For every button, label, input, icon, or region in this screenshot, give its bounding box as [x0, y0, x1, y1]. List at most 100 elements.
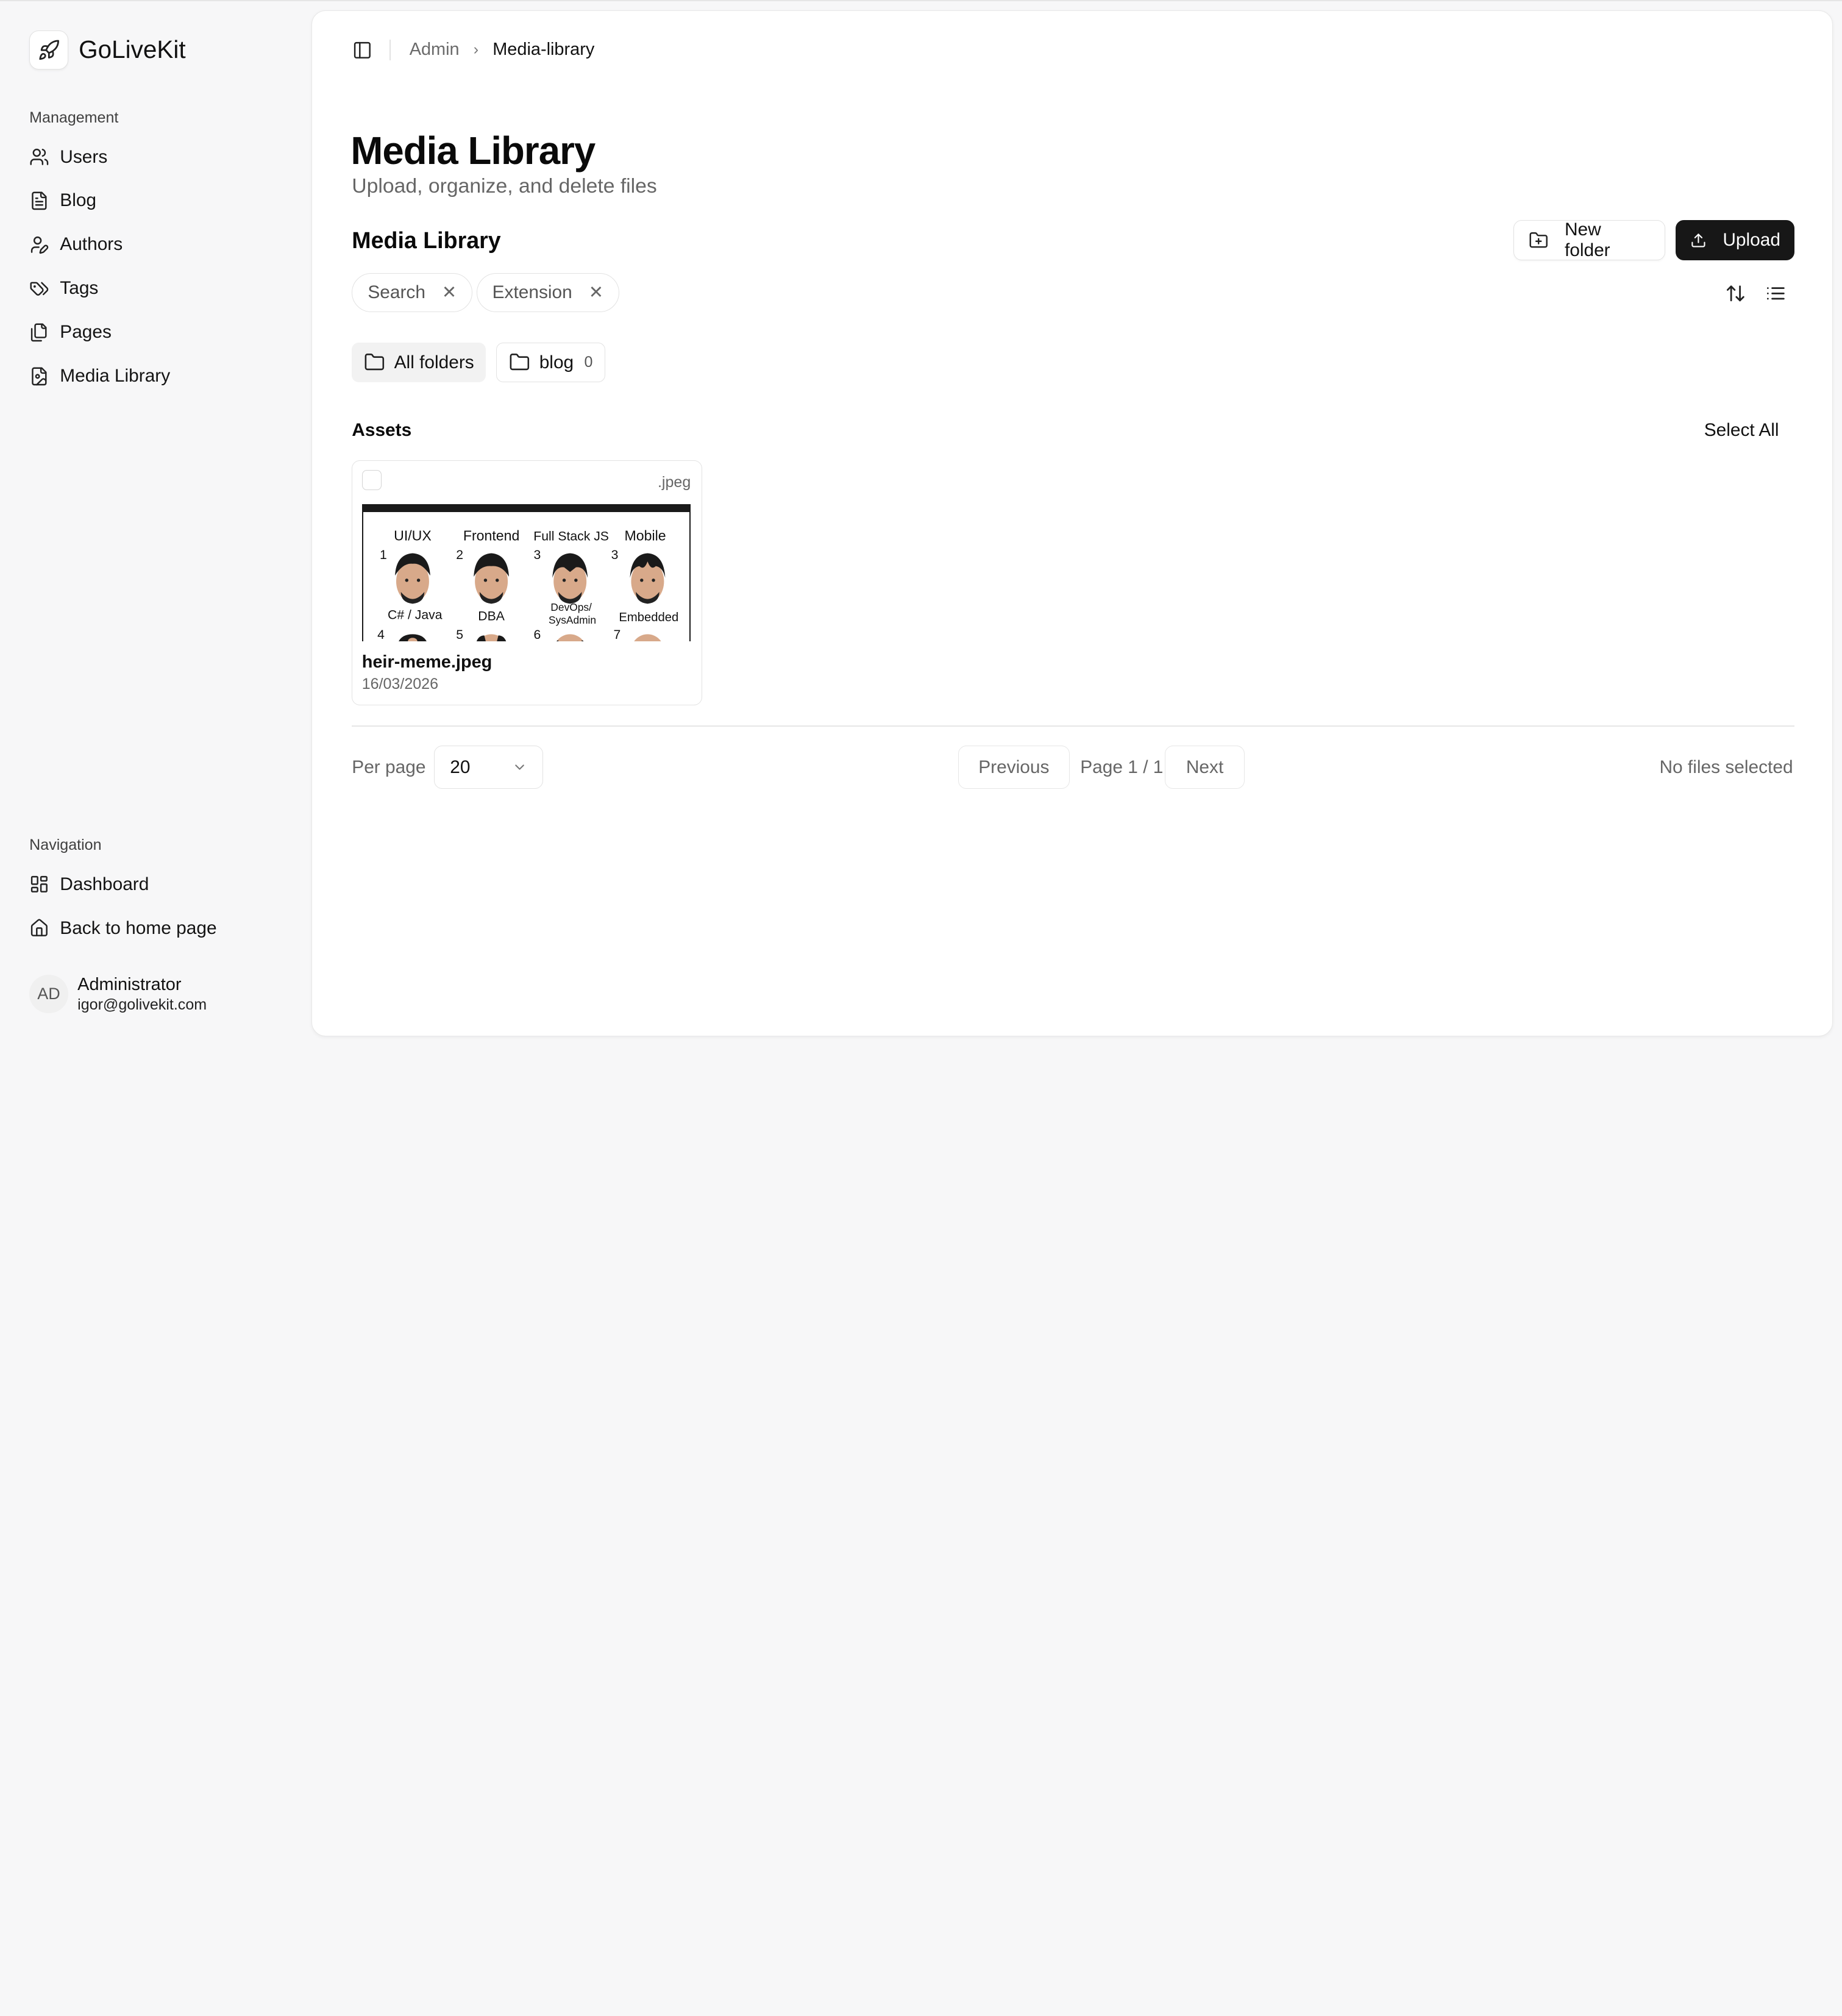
list-view-icon[interactable]	[1765, 283, 1787, 304]
users-icon	[30, 149, 49, 166]
assets-heading: Assets	[352, 420, 412, 441]
sidebar-item-users[interactable]: Users	[29, 135, 288, 179]
select-all-button[interactable]: Select All	[1704, 420, 1779, 441]
management-nav: Users Blog Authors Tags Pages Media Libr…	[29, 135, 288, 398]
sidebar-item-label: Pages	[60, 322, 112, 343]
sidebar-item-authors[interactable]: Authors	[29, 223, 288, 266]
files-icon	[31, 323, 47, 342]
folder-label: All folders	[394, 352, 474, 372]
meme-number: 6	[533, 628, 541, 641]
new-folder-label: New folder	[1564, 219, 1610, 261]
app-root: GoLiveKit Management Users Blog Authors …	[0, 0, 1842, 1046]
meme-label: DBA	[478, 609, 505, 623]
meme-number: 3	[611, 548, 618, 562]
meme-number: 4	[377, 628, 385, 641]
sidebar-item-label: Users	[60, 146, 108, 167]
sidebar-item-pages[interactable]: Pages	[29, 310, 288, 354]
upload-icon	[1691, 233, 1705, 248]
user-profile[interactable]: AD Administrator igor@golivekit.com	[29, 974, 207, 1014]
asset-thumbnail: UI/UX Frontend Full Stack JS Mobile 1 2 …	[361, 504, 691, 642]
meme-heads-row1	[394, 553, 666, 604]
chevron-down-icon	[515, 764, 525, 770]
folder-icon	[510, 354, 529, 371]
per-page-label: Per page	[352, 757, 426, 778]
per-page-select[interactable]: 20	[434, 745, 544, 789]
asset-name: heir-meme.jpeg	[361, 652, 493, 672]
close-icon[interactable]: ✕	[442, 282, 457, 303]
folder-blog[interactable]: blog 0	[496, 342, 605, 383]
sidebar-item-label: Media Library	[60, 366, 171, 386]
sidebar-item-label: Back to home page	[60, 917, 217, 938]
folder-icon	[364, 354, 384, 371]
meme-label: Embedded	[619, 611, 678, 624]
previous-page-button[interactable]: Previous	[958, 745, 1070, 789]
folder-plus-icon	[1529, 232, 1548, 248]
page-indicator: Page 1 / 1	[1080, 757, 1164, 778]
asset-card[interactable]: .jpeg UI/UX Frontend Full Stack JS Mobil…	[352, 460, 702, 706]
close-icon[interactable]: ✕	[589, 282, 603, 303]
app-logo[interactable]: GoLiveKit	[29, 30, 186, 69]
meme-number: 2	[456, 548, 463, 562]
sidebar-item-blog[interactable]: Blog	[29, 179, 288, 223]
user-email: igor@golivekit.com	[77, 996, 207, 1013]
layout-dashboard-icon	[31, 876, 48, 893]
sidebar-item-dashboard[interactable]: Dashboard	[29, 863, 288, 906]
navigation-nav: Dashboard Back to home page	[29, 863, 288, 950]
meme-number: 7	[613, 628, 621, 641]
sidebar-item-tags[interactable]: Tags	[29, 266, 288, 310]
folder-all[interactable]: All folders	[352, 342, 486, 383]
app-name: GoLiveKit	[79, 35, 186, 64]
sidebar-item-home[interactable]: Back to home page	[29, 906, 288, 950]
filter-chip-extension[interactable]: Extension ✕	[476, 273, 620, 312]
user-pen-icon	[31, 236, 49, 254]
meme-label: Full Stack JS	[533, 529, 609, 543]
upload-label: Upload	[1723, 230, 1780, 251]
filter-chip-label: Search	[368, 282, 425, 302]
meme-number: 3	[533, 548, 541, 562]
sidebar-item-media-library[interactable]: Media Library	[29, 354, 288, 398]
filter-chip-label: Extension	[492, 282, 572, 302]
house-icon	[31, 919, 48, 937]
tags-icon	[30, 282, 49, 296]
per-page-value: 20	[450, 757, 471, 777]
new-folder-button[interactable]: New folder	[1513, 219, 1666, 261]
meme-label: SysAdmin	[549, 614, 596, 626]
meme-label: DevOps/	[550, 601, 592, 613]
folder-label: blog	[539, 352, 574, 372]
chevron-right-icon: ›	[473, 41, 479, 59]
meme-number: 5	[456, 628, 463, 641]
upload-button[interactable]: Upload	[1676, 220, 1795, 260]
breadcrumb: Admin › Media-library	[352, 38, 594, 62]
asset-date: 16/03/2026	[361, 675, 439, 693]
sidebar-toggle-button[interactable]	[352, 40, 373, 61]
page-subtitle: Upload, organize, and delete files	[352, 174, 657, 198]
asset-checkbox[interactable]	[361, 470, 382, 490]
navigation-group-label: Navigation	[29, 836, 102, 854]
management-group-label: Management	[29, 109, 119, 127]
meme-label: UI/UX	[394, 527, 432, 543]
section-title: Media Library	[352, 227, 501, 253]
main-panel: Admin › Media-library Media Library Uplo…	[311, 10, 1833, 1036]
sidebar: GoLiveKit Management Users Blog Authors …	[0, 0, 308, 1045]
sidebar-item-label: Authors	[60, 234, 123, 255]
panel-left-icon	[354, 41, 371, 59]
sidebar-item-label: Blog	[60, 190, 97, 211]
meme-label: Mobile	[624, 527, 666, 543]
pagination-divider	[352, 725, 1795, 727]
breadcrumb-current: Media-library	[493, 40, 595, 60]
meme-number: 1	[380, 548, 387, 562]
folder-count-badge: 0	[584, 354, 593, 371]
sort-icon[interactable]	[1725, 283, 1746, 304]
file-text-icon	[32, 191, 47, 210]
next-page-button[interactable]: Next	[1165, 745, 1245, 789]
file-image-icon	[32, 367, 47, 385]
filter-chip-search[interactable]: Search ✕	[352, 273, 473, 312]
asset-extension: .jpeg	[657, 473, 691, 491]
sidebar-item-label: Tags	[60, 278, 99, 299]
breadcrumb-admin-link[interactable]: Admin	[410, 40, 460, 60]
avatar: AD	[29, 974, 68, 1014]
page-title: Media Library	[350, 129, 596, 173]
rocket-icon	[29, 30, 68, 69]
meme-label: Frontend	[463, 527, 519, 543]
sidebar-item-label: Dashboard	[60, 874, 149, 894]
